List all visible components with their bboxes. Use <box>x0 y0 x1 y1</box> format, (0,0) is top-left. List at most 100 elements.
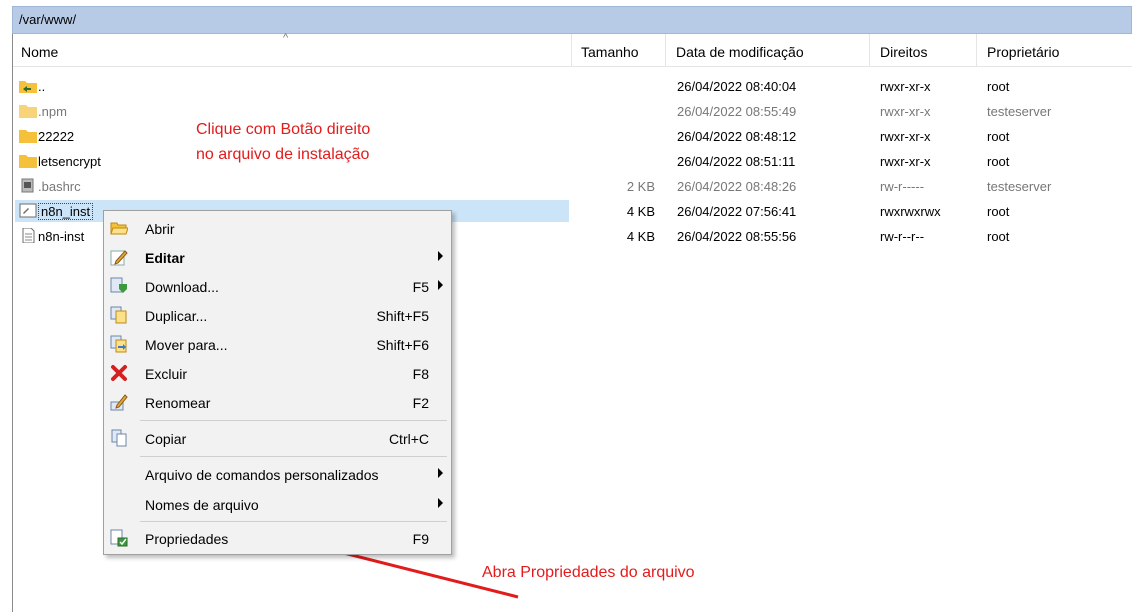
parent-folder-icon <box>19 81 37 93</box>
file-rights: rw-r--r-- <box>880 229 925 244</box>
table-row[interactable]: .bashrc 2 KB 26/04/2022 08:48:26 rw-r---… <box>13 175 1132 200</box>
path-bar[interactable]: /var/www/ <box>12 6 1132 34</box>
file-name: n8n_inst <box>38 203 94 220</box>
menu-item-edit[interactable]: Editar <box>104 242 451 272</box>
column-divider[interactable] <box>665 34 666 66</box>
column-divider[interactable] <box>571 34 572 66</box>
file-owner: testeserver <box>987 179 1052 194</box>
file-name: 22222 <box>38 129 75 144</box>
properties-icon <box>110 529 128 547</box>
menu-label: Nomes de arquivo <box>145 497 259 513</box>
file-name: .bashrc <box>38 179 81 194</box>
file-modified: 26/04/2022 08:48:26 <box>677 179 797 194</box>
menu-shortcut: F9 <box>412 531 429 547</box>
text-file-icon <box>22 228 35 243</box>
table-row[interactable]: .. 26/04/2022 08:40:04 rwxr-xr-x root <box>13 75 1132 100</box>
file-size: 4 KB <box>626 204 655 219</box>
menu-item-move[interactable]: Mover para... Shift+F6 <box>104 329 451 359</box>
menu-shortcut: Ctrl+C <box>388 431 429 447</box>
menu-item-rename[interactable]: Renomear F2 <box>104 387 451 417</box>
menu-label: Renomear <box>145 395 211 411</box>
menu-separator <box>140 420 447 421</box>
folder-icon <box>19 105 37 118</box>
submenu-arrow-icon <box>438 251 443 261</box>
column-divider[interactable] <box>869 34 870 66</box>
file-rights: rwxr-xr-x <box>880 154 931 169</box>
menu-item-file-names[interactable]: Nomes de arquivo <box>104 489 451 519</box>
column-owner-header[interactable]: Proprietário <box>987 44 1059 60</box>
file-size: 2 KB <box>626 179 655 194</box>
context-menu: Abrir Editar Download... F5 Duplicar... … <box>103 210 452 555</box>
menu-item-download[interactable]: Download... F5 <box>104 271 451 301</box>
file-modified: 26/04/2022 07:56:41 <box>677 204 797 219</box>
folder-icon <box>19 155 37 168</box>
copy-icon <box>111 429 127 447</box>
file-modified: 26/04/2022 08:40:04 <box>677 79 797 94</box>
file-name: n8n-inst <box>38 229 85 244</box>
column-size-header[interactable]: Tamanho <box>581 44 639 60</box>
menu-shortcut: F8 <box>412 366 429 382</box>
file-rights: rwxr-xr-x <box>880 79 931 94</box>
menu-item-custom-commands[interactable]: Arquivo de comandos personalizados <box>104 459 451 489</box>
file-rights: rwxr-xr-x <box>880 129 931 144</box>
submenu-arrow-icon <box>438 498 443 508</box>
menu-item-open[interactable]: Abrir <box>104 213 451 243</box>
table-row[interactable]: .npm 26/04/2022 08:55:49 rwxr-xr-x teste… <box>13 100 1132 125</box>
file-owner: root <box>987 229 1010 244</box>
duplicate-icon <box>110 306 127 324</box>
open-folder-icon <box>110 222 128 235</box>
menu-label: Copiar <box>145 431 187 447</box>
file-modified: 26/04/2022 08:48:12 <box>677 129 797 144</box>
menu-shortcut: Shift+F5 <box>376 308 429 324</box>
menu-separator <box>140 456 447 457</box>
file-owner: root <box>987 129 1010 144</box>
menu-item-properties[interactable]: Propriedades F9 <box>104 523 451 553</box>
menu-label: Download... <box>145 279 219 295</box>
annotation-right-click-line2: no arquivo de instalação <box>196 146 370 163</box>
file-modified: 26/04/2022 08:51:11 <box>677 154 796 169</box>
menu-item-copy[interactable]: Copiar Ctrl+C <box>104 423 451 453</box>
download-icon <box>110 277 127 293</box>
annotation-right-click-line1: Clique com Botão direito <box>196 121 371 138</box>
menu-label: Duplicar... <box>145 308 208 324</box>
menu-separator <box>140 521 447 522</box>
table-row[interactable]: 22222 26/04/2022 08:48:12 rwxr-xr-x root <box>13 125 1132 150</box>
menu-label: Propriedades <box>145 531 229 547</box>
file-owner: root <box>987 154 1010 169</box>
menu-label: Excluir <box>145 366 188 382</box>
column-name-header[interactable]: Nome <box>21 44 58 60</box>
folder-icon <box>19 130 37 143</box>
script-file-icon <box>19 203 37 218</box>
path-text: /var/www/ <box>19 12 77 27</box>
menu-shortcut: Shift+F6 <box>376 337 429 353</box>
menu-label: Mover para... <box>145 337 228 353</box>
file-modified: 26/04/2022 08:55:49 <box>677 104 797 119</box>
menu-label: Arquivo de comandos personalizados <box>145 467 379 483</box>
file-rights: rwxr-xr-x <box>880 104 931 119</box>
file-owner: root <box>987 204 1010 219</box>
edit-pencil-icon <box>110 250 128 266</box>
menu-label: Editar <box>145 250 185 266</box>
file-name: .. <box>38 79 46 94</box>
rename-icon <box>110 394 128 411</box>
column-modified-header[interactable]: Data de modificação <box>676 44 804 60</box>
file-owner: root <box>987 79 1010 94</box>
file-rights: rwxrwxrwx <box>880 204 941 219</box>
table-row[interactable]: letsencrypt 26/04/2022 08:51:11 rwxr-xr-… <box>13 150 1132 175</box>
column-rights-header[interactable]: Direitos <box>880 44 927 60</box>
submenu-arrow-icon <box>438 280 443 290</box>
column-header: Nome ^ Tamanho Data de modificação Direi… <box>13 32 1132 67</box>
submenu-arrow-icon <box>438 468 443 478</box>
column-divider[interactable] <box>976 34 977 66</box>
delete-x-icon <box>111 365 127 381</box>
file-name: letsencrypt <box>38 154 101 169</box>
menu-item-duplicate[interactable]: Duplicar... Shift+F5 <box>104 300 451 330</box>
file-owner: testeserver <box>987 104 1052 119</box>
menu-item-delete[interactable]: Excluir F8 <box>104 358 451 388</box>
file-rights: rw-r----- <box>880 179 925 194</box>
menu-shortcut: F5 <box>412 279 429 295</box>
file-modified: 26/04/2022 08:55:56 <box>677 229 797 244</box>
file-icon <box>21 178 34 193</box>
file-size: 4 KB <box>626 229 655 244</box>
file-name: .npm <box>38 104 67 119</box>
